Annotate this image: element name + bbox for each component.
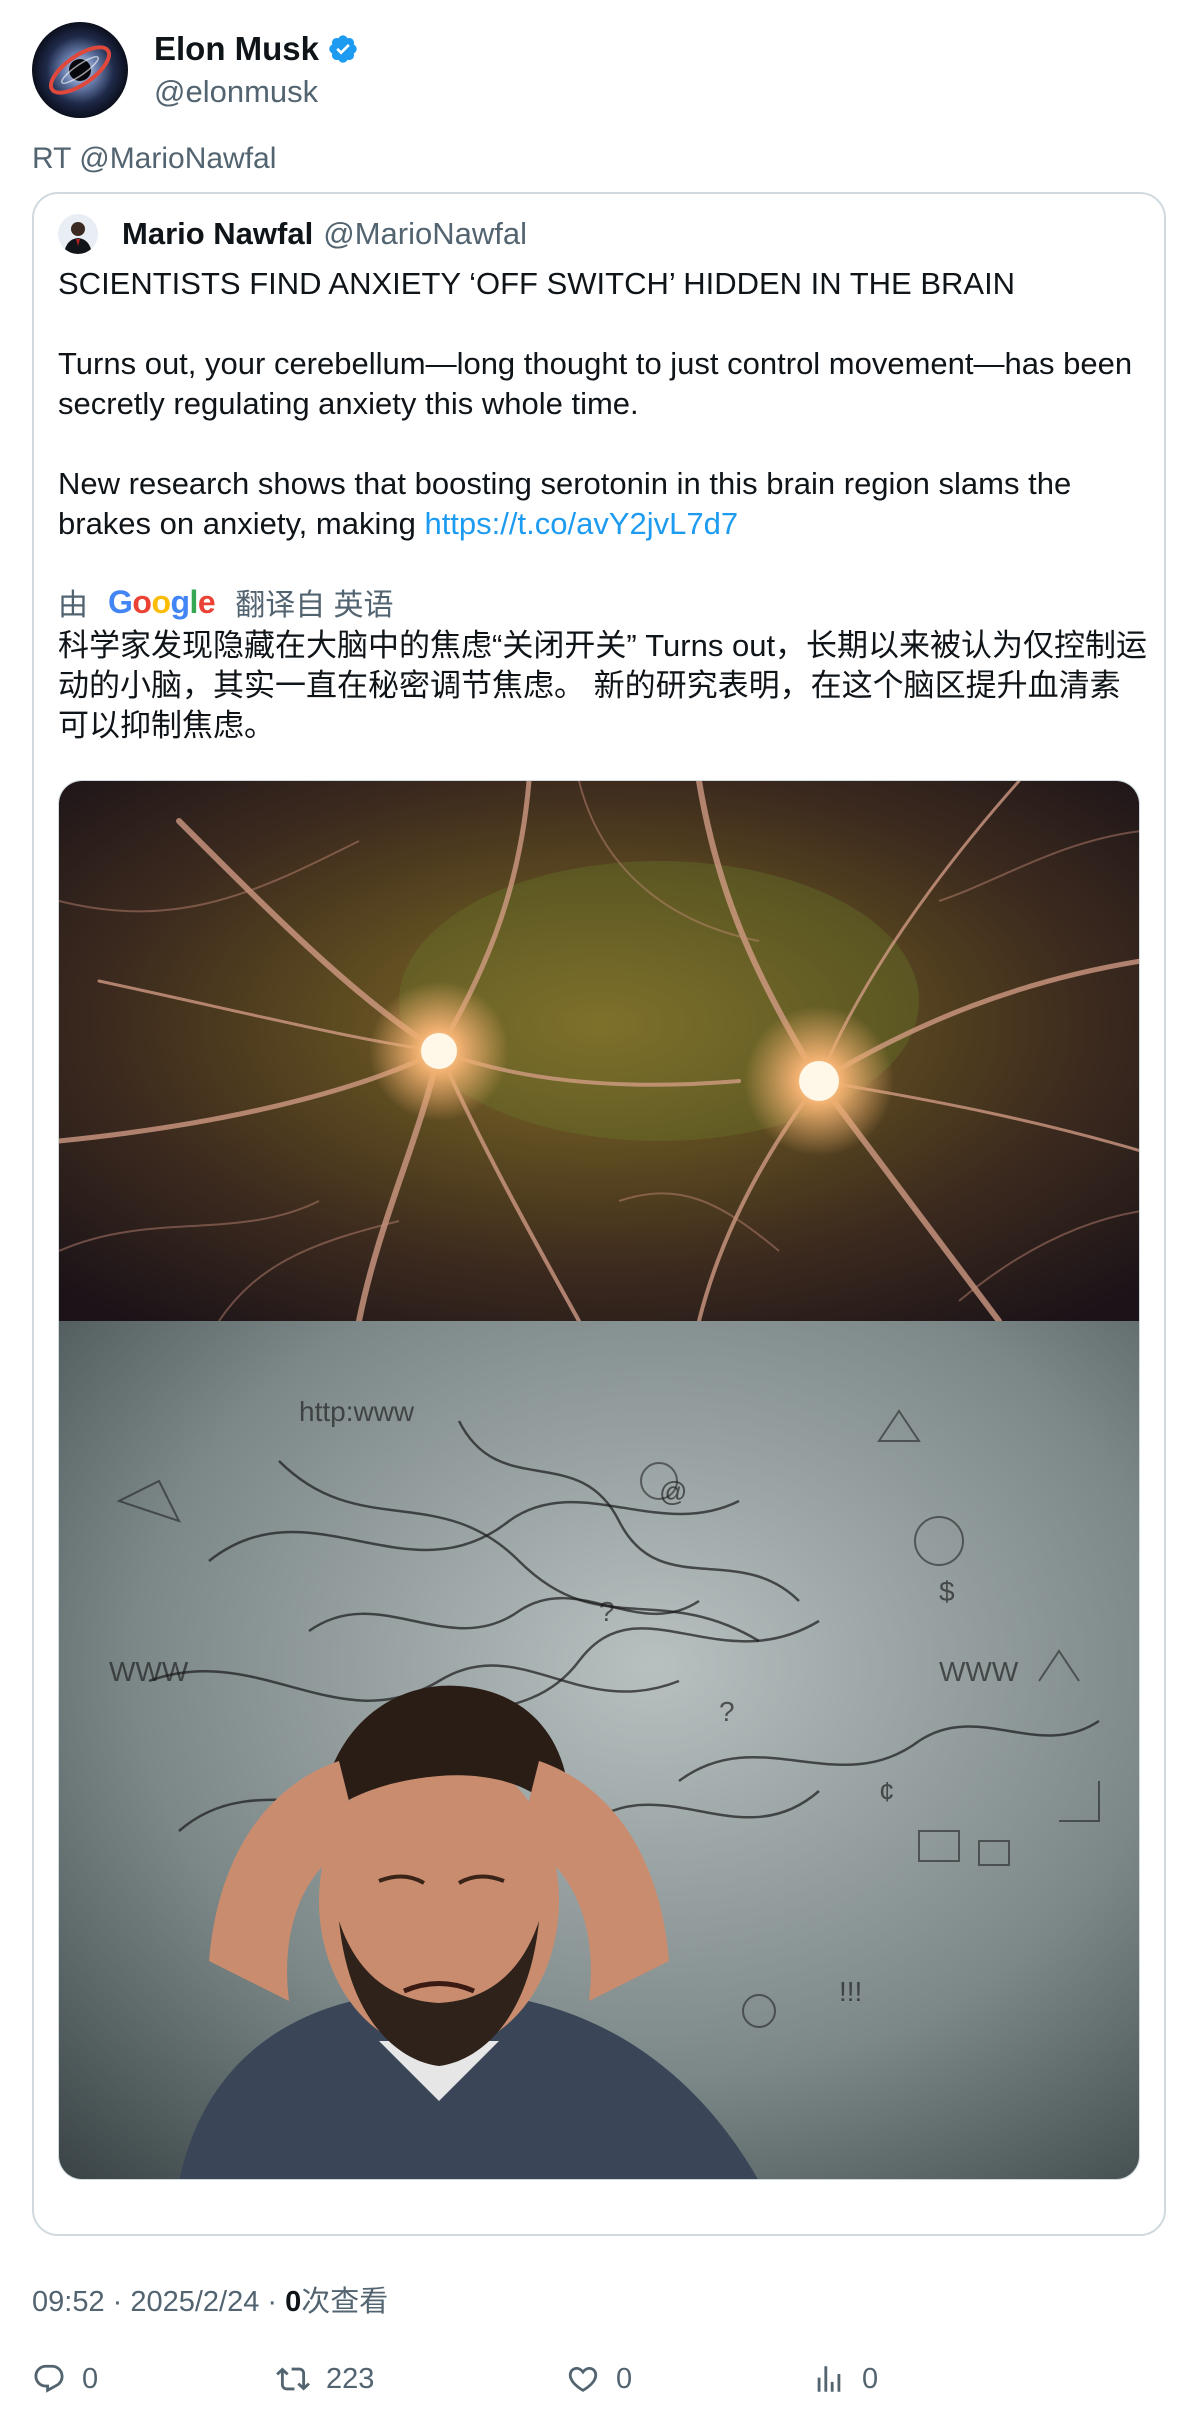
quoted-paragraph-2: New research shows that boosting seroton…	[58, 464, 1138, 544]
verified-badge-icon	[329, 35, 357, 63]
like-button[interactable]: 0	[566, 2362, 632, 2396]
tweet-date[interactable]: 2025/2/24	[130, 2286, 259, 2318]
action-bar: 0 223 0 0	[32, 2362, 1166, 2402]
svg-text:WWW: WWW	[939, 1656, 1019, 1687]
tweet-header: Elon Musk @elonmusk	[32, 22, 359, 118]
translated-text: 科学家发现隐藏在大脑中的焦虑“关闭开关” Turns out，长期以来被认为仅控…	[58, 628, 1148, 743]
tweet-page: Elon Musk @elonmusk RT @MarioNawfal Mari…	[0, 0, 1196, 2430]
retweet-label: RT @MarioNawfal	[32, 142, 277, 175]
svg-text:?: ?	[599, 1596, 615, 1627]
svg-text:$: $	[939, 1576, 955, 1607]
reply-icon	[34, 2364, 64, 2393]
views-count: 0	[285, 2286, 302, 2318]
like-count: 0	[616, 2362, 633, 2395]
quoted-paragraph-1: Turns out, your cerebellum—long thought …	[58, 346, 1133, 421]
translation-attribution: 由 Google 翻译自 英语	[58, 580, 394, 624]
svg-text:WWW: WWW	[109, 1656, 189, 1687]
tweet-meta: 09:52 · 2025/2/24 · 0次查看	[32, 2286, 389, 2318]
svg-text:http:www: http:www	[299, 1396, 415, 1427]
author-handle[interactable]: @elonmusk	[154, 74, 359, 110]
translate-prefix: 由	[58, 589, 88, 622]
quoted-tweet-card[interactable]: Mario Nawfal @MarioNawfal SCIENTISTS FIN…	[32, 192, 1166, 2236]
author-names: Elon Musk @elonmusk	[154, 30, 359, 110]
quoted-tweet-header: Mario Nawfal @MarioNawfal	[58, 214, 527, 254]
svg-text:!!!: !!!	[839, 1976, 862, 2007]
views-action-count: 0	[862, 2362, 879, 2395]
reply-button[interactable]: 0	[32, 2362, 98, 2396]
svg-text:?: ?	[719, 1696, 735, 1727]
svg-text:@: @	[659, 1476, 687, 1507]
quoted-tweet-text: SCIENTISTS FIND ANXIETY ‘OFF SWITCH’ HID…	[58, 264, 1138, 544]
retweet-button[interactable]: 223	[276, 2362, 374, 2396]
translate-suffix: 翻译自 英语	[235, 589, 394, 622]
views-button[interactable]: 0	[812, 2362, 878, 2396]
reply-count: 0	[82, 2362, 99, 2395]
analytics-icon	[817, 2366, 841, 2392]
tweet-image[interactable]: http:www WWW WWW @ $ ¢ !!! ? ?	[58, 780, 1140, 2180]
quoted-author-name[interactable]: Mario Nawfal	[122, 216, 313, 252]
views-label: 次查看	[301, 2286, 389, 2318]
author-avatar[interactable]	[32, 22, 128, 118]
quoted-author-handle[interactable]: @MarioNawfal	[323, 216, 527, 252]
retweet-count: 223	[326, 2362, 375, 2395]
author-name-row: Elon Musk	[154, 30, 359, 68]
google-logo: Google	[108, 583, 216, 620]
retweet-icon	[276, 2367, 310, 2391]
svg-text:¢: ¢	[879, 1776, 895, 1807]
author-display-name[interactable]: Elon Musk	[154, 30, 319, 68]
quoted-author-avatar[interactable]	[58, 214, 98, 254]
tweet-time[interactable]: 09:52	[32, 2286, 105, 2318]
quoted-headline: SCIENTISTS FIND ANXIETY ‘OFF SWITCH’ HID…	[58, 266, 1016, 301]
heart-icon	[568, 2366, 598, 2392]
quoted-tweet-link[interactable]: https://t.co/avY2jvL7d7	[424, 506, 738, 541]
